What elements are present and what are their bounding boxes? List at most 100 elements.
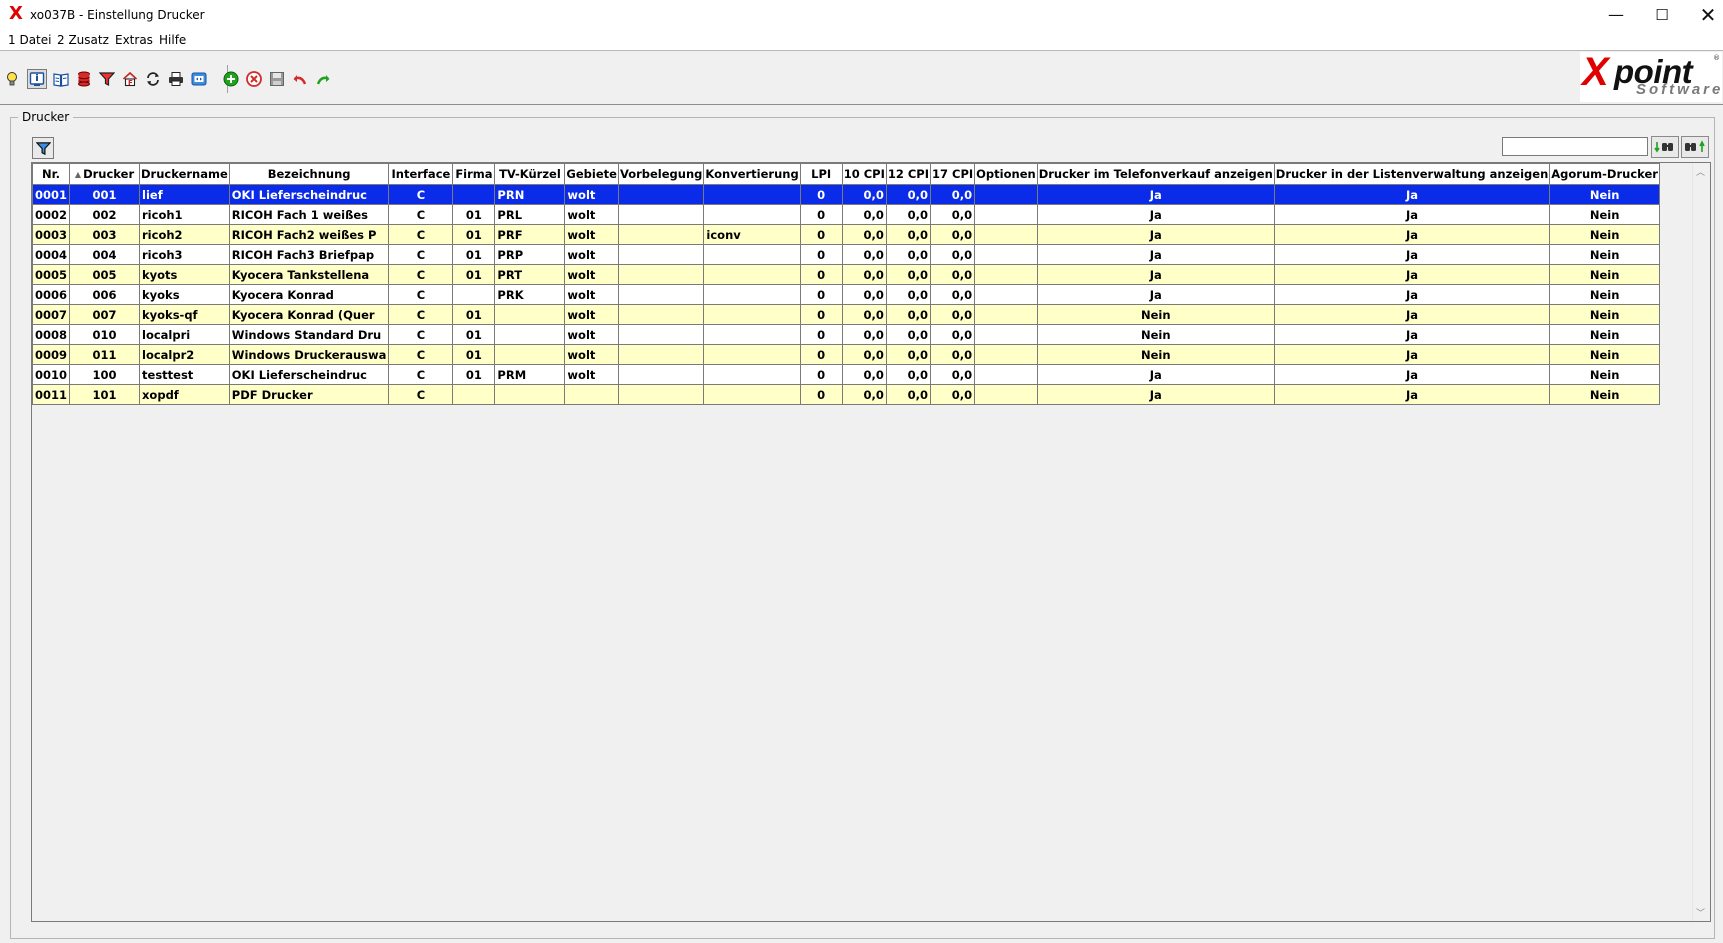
printer-icon[interactable] <box>166 69 186 89</box>
cell-nr[interactable]: 0011 <box>32 384 71 405</box>
table-row[interactable]: 0003 003 ricoh2 RICOH Fach2 weißes P C 01 PRF w… <box>32 224 1660 245</box>
cell-telefonverkauf[interactable]: Ja <box>1036 384 1275 405</box>
column-header-telefonverkauf[interactable]: Drucker im Telefonverkauf anzeigen <box>1036 163 1275 185</box>
cell-telefonverkauf[interactable]: Ja <box>1036 284 1275 305</box>
column-header-bezeichnung[interactable]: Bezeichnung <box>228 163 390 185</box>
cell-konvertierung[interactable] <box>703 284 801 305</box>
cell-vorbelegung[interactable] <box>617 244 705 265</box>
cell-lpi[interactable]: 0 <box>799 364 843 385</box>
cell-interface[interactable]: C <box>388 324 454 345</box>
cell-nr[interactable]: 0004 <box>32 244 71 265</box>
cell-gebiete[interactable]: wolt <box>564 284 619 305</box>
cell-tv-kuerzel[interactable]: PRM <box>494 364 566 385</box>
cell-agorum[interactable]: Nein <box>1549 364 1660 385</box>
cell-listenverwaltung[interactable]: Ja <box>1273 244 1551 265</box>
cell-konvertierung[interactable] <box>703 184 801 205</box>
cell-vorbelegung[interactable] <box>617 284 705 305</box>
cell-cpi10[interactable]: 0,0 <box>841 284 887 305</box>
column-header-cpi12[interactable]: 12 CPI <box>885 163 932 185</box>
cell-cpi10[interactable]: 0,0 <box>841 204 887 225</box>
cell-cpi17[interactable]: 0,0 <box>929 344 976 365</box>
menu-zusatz[interactable]: 2 Zusatz <box>57 33 109 47</box>
cell-nr[interactable]: 0003 <box>32 224 71 245</box>
cell-drucker[interactable]: 101 <box>69 384 141 405</box>
column-header-nr[interactable]: Nr. <box>32 163 71 185</box>
column-header-gebiete[interactable]: Gebiete <box>564 163 619 185</box>
cell-interface[interactable]: C <box>388 384 454 405</box>
cell-tv-kuerzel[interactable]: PRT <box>494 264 566 285</box>
filter-button[interactable] <box>32 137 54 159</box>
cell-cpi17[interactable]: 0,0 <box>929 204 976 225</box>
column-header-interface[interactable]: Interface <box>388 163 454 185</box>
database-icon[interactable] <box>74 69 94 89</box>
cell-cpi12[interactable]: 0,0 <box>885 344 932 365</box>
cell-gebiete[interactable]: wolt <box>564 204 619 225</box>
cell-telefonverkauf[interactable]: Ja <box>1036 184 1275 205</box>
cell-cpi17[interactable]: 0,0 <box>929 284 976 305</box>
cell-cpi17[interactable]: 0,0 <box>929 304 976 325</box>
cell-tv-kuerzel[interactable]: PRF <box>494 224 566 245</box>
cell-firma[interactable]: 01 <box>452 344 496 365</box>
cell-agorum[interactable]: Nein <box>1549 344 1660 365</box>
cell-interface[interactable]: C <box>388 244 454 265</box>
cell-gebiete[interactable]: wolt <box>564 184 619 205</box>
cell-agorum[interactable]: Nein <box>1549 244 1660 265</box>
cell-listenverwaltung[interactable]: Ja <box>1273 204 1551 225</box>
cell-konvertierung[interactable] <box>703 344 801 365</box>
menu-datei[interactable]: 1 Datei <box>8 33 51 47</box>
cell-cpi12[interactable]: 0,0 <box>885 304 932 325</box>
cell-cpi10[interactable]: 0,0 <box>841 244 887 265</box>
table-row[interactable]: 0001 001 lief OKI Lieferscheindruc C PRN wolt 0… <box>32 184 1660 205</box>
cell-vorbelegung[interactable] <box>617 304 705 325</box>
cell-lpi[interactable]: 0 <box>799 384 843 405</box>
cell-telefonverkauf[interactable]: Nein <box>1036 344 1275 365</box>
cell-tv-kuerzel[interactable]: PRP <box>494 244 566 265</box>
cell-druckername[interactable]: localpri <box>139 324 230 345</box>
cell-firma[interactable]: 01 <box>452 224 496 245</box>
column-header-cpi10[interactable]: 10 CPI <box>841 163 887 185</box>
cell-firma[interactable] <box>452 184 496 205</box>
cell-interface[interactable]: C <box>388 284 454 305</box>
search-down-button[interactable] <box>1651 136 1679 158</box>
cell-cpi17[interactable]: 0,0 <box>929 264 976 285</box>
cell-cpi12[interactable]: 0,0 <box>885 364 932 385</box>
cell-firma[interactable]: 01 <box>452 204 496 225</box>
cell-agorum[interactable]: Nein <box>1549 384 1660 405</box>
scroll-down-icon[interactable]: ﹀ <box>1696 906 1705 919</box>
cell-firma[interactable]: 01 <box>452 244 496 265</box>
cell-telefonverkauf[interactable]: Ja <box>1036 364 1275 385</box>
column-header-konvertierung[interactable]: Konvertierung <box>703 163 801 185</box>
cell-druckername[interactable]: ricoh3 <box>139 244 230 265</box>
cell-druckername[interactable]: kyots <box>139 264 230 285</box>
cell-nr[interactable]: 0002 <box>32 204 71 225</box>
cell-gebiete[interactable]: wolt <box>564 264 619 285</box>
cell-agorum[interactable]: Nein <box>1549 304 1660 325</box>
cell-drucker[interactable]: 011 <box>69 344 141 365</box>
cell-nr[interactable]: 0007 <box>32 304 71 325</box>
cell-tv-kuerzel[interactable] <box>494 324 566 345</box>
cell-listenverwaltung[interactable]: Ja <box>1273 344 1551 365</box>
cell-cpi12[interactable]: 0,0 <box>885 184 932 205</box>
cell-cpi12[interactable]: 0,0 <box>885 264 932 285</box>
save-icon[interactable] <box>267 69 287 89</box>
cell-lpi[interactable]: 0 <box>799 244 843 265</box>
cell-cpi10[interactable]: 0,0 <box>841 184 887 205</box>
cell-firma[interactable]: 01 <box>452 364 496 385</box>
cell-bezeichnung[interactable]: PDF Drucker <box>228 384 390 405</box>
minimize-button[interactable]: — <box>1593 0 1639 30</box>
cell-agorum[interactable]: Nein <box>1549 184 1660 205</box>
info-window-icon[interactable] <box>27 69 47 89</box>
cell-bezeichnung[interactable]: Kyocera Konrad (Quer <box>228 304 390 325</box>
cell-interface[interactable]: C <box>388 204 454 225</box>
cell-listenverwaltung[interactable]: Ja <box>1273 304 1551 325</box>
cell-bezeichnung[interactable]: Windows Standard Dru <box>228 324 390 345</box>
cell-bezeichnung[interactable]: Windows Druckerauswa <box>228 344 390 365</box>
cell-gebiete[interactable]: wolt <box>564 364 619 385</box>
cell-optionen[interactable] <box>974 204 1038 225</box>
cell-vorbelegung[interactable] <box>617 204 705 225</box>
cell-lpi[interactable]: 0 <box>799 204 843 225</box>
maximize-button[interactable]: ☐ <box>1639 0 1685 30</box>
cell-drucker[interactable]: 001 <box>69 184 141 205</box>
cell-telefonverkauf[interactable]: Nein <box>1036 304 1275 325</box>
cell-telefonverkauf[interactable]: Ja <box>1036 224 1275 245</box>
